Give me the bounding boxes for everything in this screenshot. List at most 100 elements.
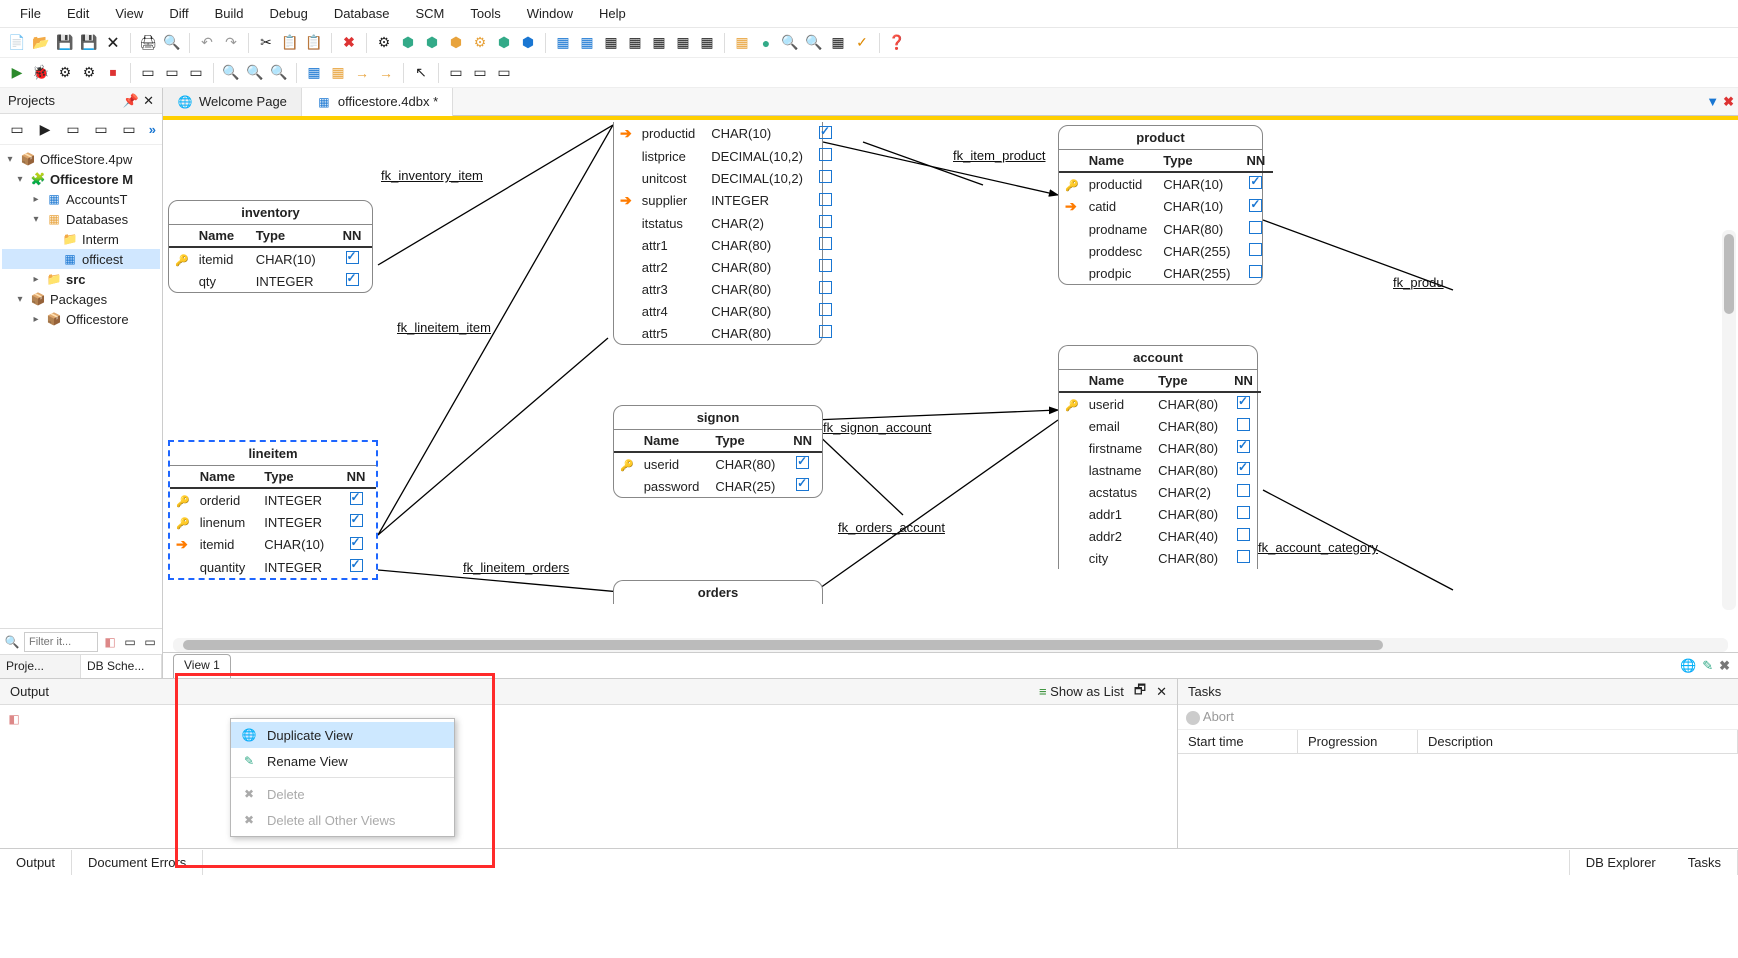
paste-icon[interactable]: 📋 (303, 32, 325, 54)
tbl-icon2[interactable]: ▦ (576, 32, 598, 54)
footer-docerr[interactable]: Document Errors (72, 850, 203, 875)
filter-opt2-icon[interactable]: ▭ (142, 634, 158, 650)
build-icon[interactable]: ⚙ (54, 62, 76, 84)
tree-tb2-icon[interactable]: ▶ (34, 118, 56, 140)
tree-more-icon[interactable]: » (149, 122, 156, 137)
delete-icon[interactable]: ✖ (338, 32, 360, 54)
view-close-icon[interactable]: ✖ (1719, 658, 1730, 674)
stop-icon[interactable]: ⏹ (102, 62, 124, 84)
menu-edit[interactable]: Edit (55, 2, 101, 25)
tab-welcome[interactable]: 🌐 Welcome Page (163, 88, 302, 116)
abort-button[interactable]: Abort (1186, 709, 1234, 725)
nn-checkbox[interactable] (1237, 418, 1250, 431)
nn-checkbox[interactable] (819, 259, 832, 272)
tree-databases[interactable]: Databases (66, 212, 128, 227)
menu-view[interactable]: View (103, 2, 155, 25)
menu-file[interactable]: File (8, 2, 53, 25)
new-file-icon[interactable]: 📄 (6, 32, 28, 54)
tasks-col-desc[interactable]: Description (1418, 730, 1738, 753)
zoom-icon3[interactable]: ▭ (185, 62, 207, 84)
grid-icon[interactable]: ▦ (303, 62, 325, 84)
view-globe-icon[interactable]: 🌐 (1680, 658, 1696, 674)
tree-root[interactable]: OfficeStore.4pw (40, 152, 132, 167)
nn-checkbox[interactable] (350, 537, 363, 550)
nn-checkbox[interactable] (1237, 462, 1250, 475)
grp-icon4[interactable]: 🔍 (803, 32, 825, 54)
eraser-icon[interactable]: ◧ (6, 711, 22, 727)
debug-icon[interactable]: 🐞 (30, 62, 52, 84)
build2-icon[interactable]: ⚙ (78, 62, 100, 84)
menu-help[interactable]: Help (587, 2, 638, 25)
undo-icon[interactable]: ↶ (196, 32, 218, 54)
close-file-icon[interactable]: 🗙 (102, 32, 124, 54)
nn-checkbox[interactable] (346, 251, 359, 264)
menu-window[interactable]: Window (515, 2, 585, 25)
close-panel-icon[interactable]: ✕ (143, 93, 154, 109)
tree-packages[interactable]: Packages (50, 292, 107, 307)
grp-icon6[interactable]: ✓ (851, 32, 873, 54)
run-icon[interactable]: ▶ (6, 62, 28, 84)
grp-icon3[interactable]: 🔍 (779, 32, 801, 54)
nn-checkbox[interactable] (819, 281, 832, 294)
table-product[interactable]: product NameTypeNN 🔑productidCHAR(10)➔ca… (1058, 125, 1263, 285)
db-icon3[interactable]: ⬢ (421, 32, 443, 54)
nn-checkbox[interactable] (819, 325, 832, 338)
menu-build[interactable]: Build (203, 2, 256, 25)
table-account[interactable]: account NameTypeNN 🔑useridCHAR(80)emailC… (1058, 345, 1258, 569)
pin-icon[interactable]: 📌 (123, 93, 139, 109)
cut-icon[interactable]: ✂ (255, 32, 277, 54)
tree-project[interactable]: Officestore M (50, 172, 133, 187)
nn-checkbox[interactable] (819, 193, 832, 206)
redo-icon[interactable]: ↷ (220, 32, 242, 54)
fk-orders-account[interactable]: fk_orders_account (838, 520, 945, 535)
left-tab-dbschema[interactable]: DB Sche... (81, 655, 162, 678)
nn-checkbox[interactable] (350, 492, 363, 505)
table-item-partial[interactable]: ➔productidCHAR(10)listpriceDECIMAL(10,2)… (613, 122, 823, 345)
table-lineitem[interactable]: lineitem NameTypeNN 🔑orderidINTEGER🔑line… (168, 440, 378, 580)
tab-dbfile[interactable]: ▦ officestore.4dbx * (302, 88, 453, 116)
search-icon[interactable]: 🔍 (161, 32, 183, 54)
menu-database[interactable]: Database (322, 2, 402, 25)
fk-lineitem-orders[interactable]: fk_lineitem_orders (463, 560, 569, 575)
win1-icon[interactable]: ▭ (445, 62, 467, 84)
nn-checkbox[interactable] (1237, 528, 1250, 541)
tree-tb4-icon[interactable]: ▭ (90, 118, 112, 140)
view-tab-1[interactable]: View 1 (173, 654, 231, 678)
tbl-icon3[interactable]: ▦ (600, 32, 622, 54)
table-orders-partial[interactable]: orders (613, 580, 823, 604)
rel1-icon[interactable]: → (351, 62, 373, 84)
zoomout-icon[interactable]: 🔍 (220, 62, 242, 84)
menu-debug[interactable]: Debug (258, 2, 320, 25)
db-icon7[interactable]: ⬢ (517, 32, 539, 54)
pointer-icon[interactable]: ↖ (410, 62, 432, 84)
nn-checkbox[interactable] (1249, 199, 1262, 212)
tbl-icon1[interactable]: ▦ (552, 32, 574, 54)
nn-checkbox[interactable] (1237, 484, 1250, 497)
open-icon[interactable]: 📂 (30, 32, 52, 54)
nn-checkbox[interactable] (1237, 440, 1250, 453)
db-icon5[interactable]: ⚙ (469, 32, 491, 54)
fk-signon-account[interactable]: fk_signon_account (823, 420, 931, 435)
tree-pkg-officestore[interactable]: Officestore (66, 312, 129, 327)
menu-tools[interactable]: Tools (458, 2, 512, 25)
nn-checkbox[interactable] (819, 126, 832, 139)
tasks-col-prog[interactable]: Progression (1298, 730, 1418, 753)
nn-checkbox[interactable] (1249, 265, 1262, 278)
table-add-icon[interactable]: ▦ (327, 62, 349, 84)
fk-account-category[interactable]: fk_account_category (1258, 540, 1378, 555)
ctx-duplicate-view[interactable]: 🌐 Duplicate View (231, 722, 454, 748)
fk-lineitem-item[interactable]: fk_lineitem_item (397, 320, 491, 335)
zoomfit-icon[interactable]: 🔍 (268, 62, 290, 84)
copy-icon[interactable]: 📋 (279, 32, 301, 54)
tbl-icon6[interactable]: ▦ (672, 32, 694, 54)
nn-checkbox[interactable] (819, 237, 832, 250)
tasks-col-start[interactable]: Start time (1178, 730, 1298, 753)
grp-icon5[interactable]: ▦ (827, 32, 849, 54)
nn-checkbox[interactable] (819, 148, 832, 161)
tab-close-icon[interactable]: ✖ (1723, 94, 1734, 110)
nn-checkbox[interactable] (1237, 506, 1250, 519)
tbl-icon4[interactable]: ▦ (624, 32, 646, 54)
nn-checkbox[interactable] (1249, 176, 1262, 189)
db-icon4[interactable]: ⬢ (445, 32, 467, 54)
nn-checkbox[interactable] (350, 514, 363, 527)
